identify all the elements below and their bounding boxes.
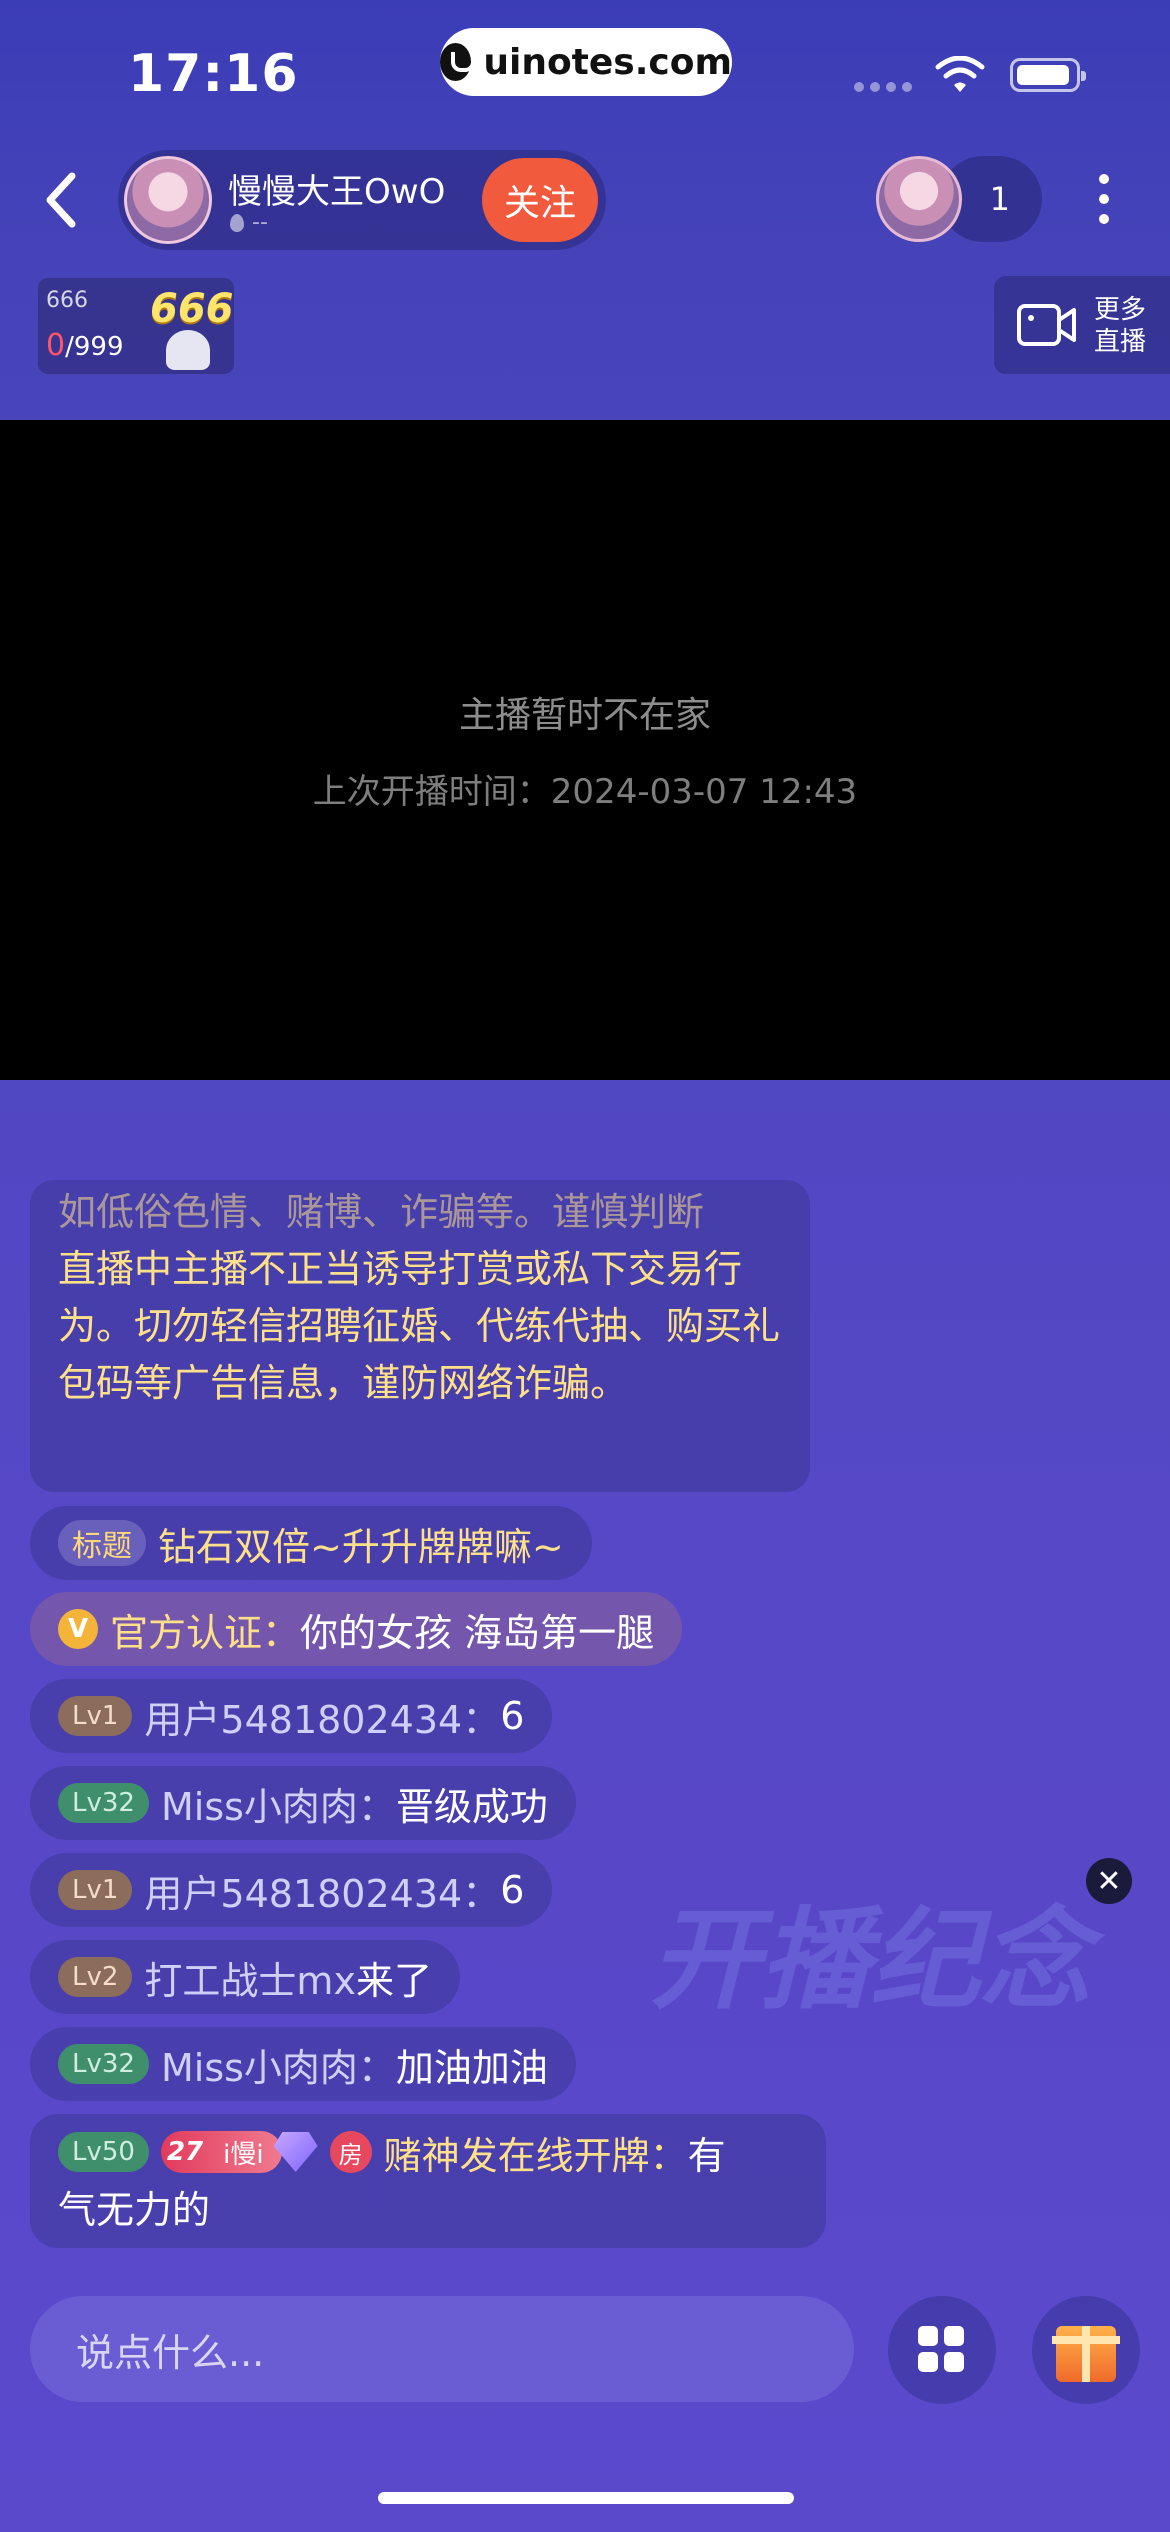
url-text: uinotes.com [483, 41, 732, 83]
title-tag: 标题 [58, 1520, 146, 1566]
chat-username[interactable]: 用户5481802434： [144, 1863, 500, 1918]
uinotes-logo-icon [440, 43, 476, 81]
chat-username[interactable]: 用户5481802434： [144, 1689, 500, 1744]
chat-message[interactable]: Lv32 Miss小肉肉： 加油加油 [30, 2027, 576, 2101]
host-popularity: -- [230, 210, 268, 235]
status-time: 17:16 [128, 44, 299, 104]
video-camera-icon [1017, 304, 1076, 346]
chat-username[interactable]: 打工战士mx [144, 1950, 356, 2005]
level-badge: Lv32 [58, 2044, 149, 2084]
chat-message[interactable]: Lv1 用户5481802434： 6 [30, 1679, 553, 1753]
chat-text: 有 [687, 2133, 726, 2178]
fan-club-badge: 27 i慢i [160, 2131, 282, 2173]
chat-username[interactable]: 赌神发在线开牌： [384, 2125, 688, 2180]
level-badge: Lv1 [58, 1696, 133, 1736]
host-info-pill[interactable]: 慢慢大王OwO -- 关注 [118, 150, 606, 250]
host-popularity-value: -- [252, 210, 268, 235]
close-icon[interactable]: ✕ [1086, 1858, 1132, 1904]
follow-button[interactable]: 关注 [482, 158, 598, 242]
notice-text: 如低俗色情、赌博、诈骗等。谨慎判断 直播中主播不正当诱导打赏或私下交易行为。切勿… [58, 1184, 798, 1412]
chat-text: 来了 [355, 1958, 432, 2003]
official-message: V 官方认证： 你的女孩 海岛第一腿 [30, 1592, 683, 1666]
level-badge: Lv1 [58, 1870, 133, 1910]
chat-list[interactable]: 如低俗色情、赌博、诈骗等。谨慎判断 直播中主播不正当诱导打赏或私下交易行为。切勿… [30, 1180, 830, 1492]
verified-icon: V [58, 1609, 98, 1649]
chat-text: 晋级成功 [395, 1784, 548, 1829]
system-notice: 如低俗色情、赌博、诈骗等。谨慎判断 直播中主播不正当诱导打赏或私下交易行为。切勿… [30, 1180, 810, 1492]
chat-message[interactable]: Lv32 Miss小肉肉： 晋级成功 [30, 1766, 576, 1840]
chat-text: 6 [500, 1694, 525, 1738]
score-top-value: 666 [46, 288, 88, 313]
cellular-signal-icon [854, 82, 912, 92]
fan-level: 27 [166, 2137, 204, 2167]
video-player[interactable]: 主播暂时不在家 上次开播时间：2024-03-07 12:43 [0, 420, 1170, 1080]
mascot-icon [166, 330, 210, 370]
viewer-avatar[interactable] [876, 156, 962, 242]
score-current: 0 [46, 328, 66, 363]
level-badge: Lv32 [58, 1783, 149, 1823]
notice-lines: 直播中主播不正当诱导打赏或私下交易行为。切勿轻信招聘征婚、代练代抽、购买礼包码等… [58, 1247, 781, 1405]
chat-text-continued: 气无力的 [58, 2188, 211, 2232]
back-icon[interactable] [36, 168, 88, 232]
title-text: 钻石双倍~升升牌牌嘛~ [158, 1524, 564, 1569]
fan-name: i慢i [223, 2139, 264, 2170]
chat-username[interactable]: Miss小肉肉： [161, 1776, 396, 1831]
official-text: 你的女孩 海岛第一腿 [300, 1610, 655, 1655]
chat-message[interactable]: Lv50 27 i慢i 房 赌神发在线开牌： 有 气无力的 [30, 2114, 826, 2248]
score-big-number: 666 [150, 286, 234, 332]
chat-message[interactable]: Lv1 用户5481802434： 6 [30, 1853, 553, 1927]
battery-icon [1010, 58, 1086, 92]
notice-dim-line: 如低俗色情、赌博、诈骗等。谨慎判断 [58, 1190, 705, 1234]
more-live-button[interactable]: 更多 直播 [994, 276, 1170, 374]
score-card[interactable]: 666 0/999 666 [38, 278, 234, 374]
last-live-time: 上次开播时间：2024-03-07 12:43 [312, 772, 858, 812]
more-live-label: 更多 直播 [1094, 295, 1147, 357]
chat-input[interactable]: 说点什么... [30, 2296, 854, 2402]
host-name: 慢慢大王OwO [228, 172, 446, 212]
chat-message[interactable]: Lv2 打工战士mx 来了 [30, 1940, 460, 2014]
room-badge: 房 [329, 2131, 372, 2173]
anniversary-watermark: 开播纪念 [650, 1870, 1170, 2110]
host-avatar[interactable] [124, 156, 212, 244]
url-pill: uinotes.com [440, 28, 732, 96]
wifi-icon [935, 56, 985, 92]
more-features-button[interactable] [888, 2296, 996, 2404]
chat-text: 6 [500, 1868, 525, 1912]
chat-username[interactable]: Miss小肉肉： [161, 2037, 396, 2092]
level-badge: Lv50 [58, 2132, 149, 2172]
level-badge: Lv2 [58, 1957, 133, 1997]
more-options-icon[interactable] [1090, 168, 1118, 232]
official-label: 官方认证： [110, 1610, 301, 1655]
home-indicator [378, 2492, 794, 2504]
watermark-text: 开播纪念 [650, 1896, 1090, 2024]
diamond-icon [273, 2132, 318, 2172]
gift-icon [1052, 2326, 1120, 2382]
score-progress: 0/999 [46, 328, 123, 363]
gift-button[interactable] [1032, 2296, 1140, 2404]
score-total: /999 [65, 332, 124, 362]
chat-text: 加油加油 [395, 2045, 548, 2090]
offline-message: 主播暂时不在家 [458, 695, 711, 736]
title-message: 标题 钻石双倍~升升牌牌嘛~ [30, 1506, 592, 1580]
flame-icon [230, 213, 244, 232]
status-bar: 17:16 uinotes.com [0, 0, 1170, 140]
